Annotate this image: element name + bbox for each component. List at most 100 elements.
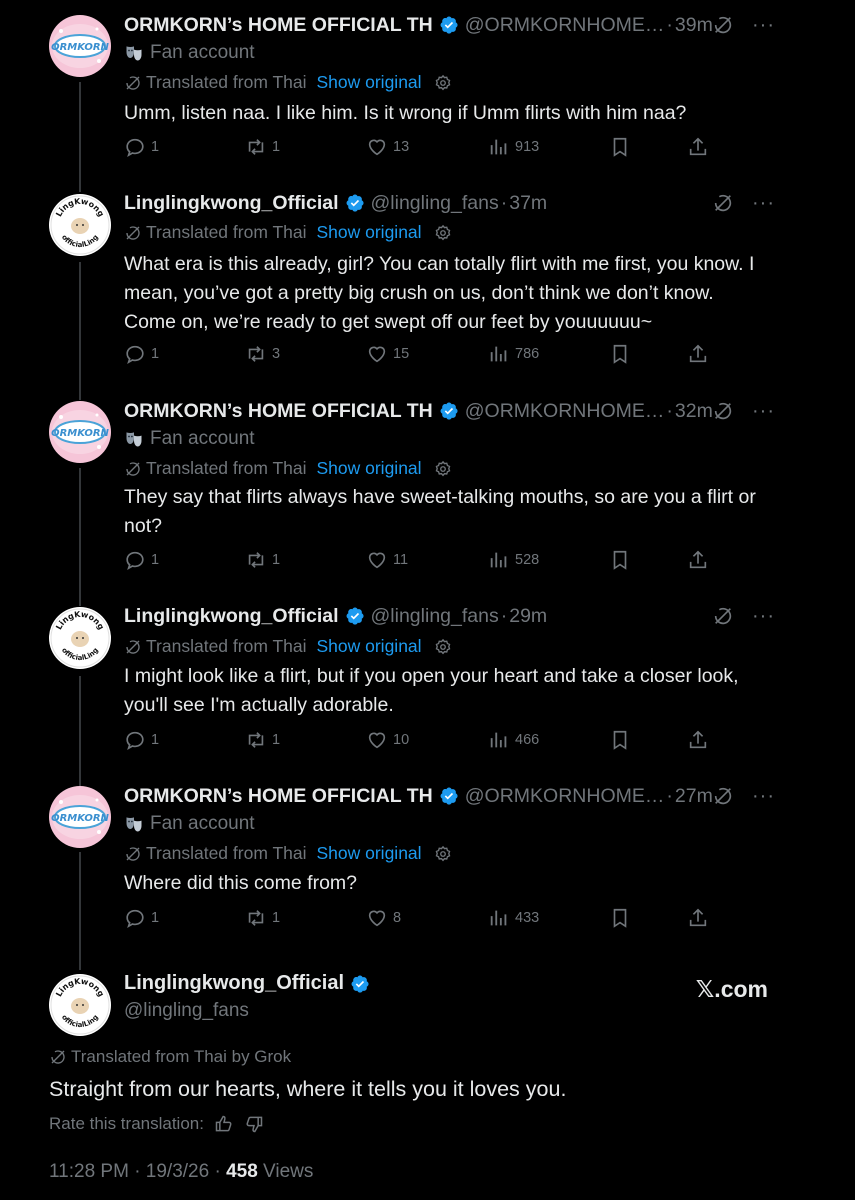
reply-count: 1 <box>151 732 160 748</box>
avatar-lingling[interactable] <box>49 607 111 669</box>
author-name[interactable]: Linglingkwong_Official <box>124 605 339 628</box>
more-options-icon[interactable]: ··· <box>752 606 775 626</box>
like-button[interactable]: 11 <box>366 549 408 571</box>
share-button[interactable] <box>687 729 709 751</box>
reply-icon <box>124 343 146 365</box>
reply-button[interactable]: 1 <box>124 907 159 929</box>
views-label: Views <box>257 1161 314 1182</box>
action-bar: 1 1 10 466 <box>124 728 714 752</box>
bookmark-button[interactable] <box>609 729 631 751</box>
thumbs-down-icon[interactable] <box>244 1114 264 1134</box>
avatar-ormkorn[interactable] <box>49 401 111 463</box>
tweet-time[interactable]: 37m <box>509 192 547 215</box>
author-handle[interactable]: @ORMKORNHOME… <box>465 400 665 423</box>
grok-icon[interactable] <box>712 605 734 627</box>
views-button[interactable]: 433 <box>488 907 539 929</box>
author-name[interactable]: ORMKORN’s HOME OFFICIAL TH <box>124 14 433 37</box>
like-button[interactable]: 8 <box>366 907 401 929</box>
views-icon <box>488 343 510 365</box>
show-original-link[interactable]: Show original <box>316 636 421 657</box>
author-handle[interactable]: @ORMKORNHOME… <box>465 14 665 37</box>
more-options-icon[interactable]: ··· <box>752 193 775 213</box>
bookmark-button[interactable] <box>609 343 631 365</box>
bookmark-button[interactable] <box>609 907 631 929</box>
repost-button[interactable]: 1 <box>245 907 280 929</box>
repost-button[interactable]: 3 <box>245 343 280 365</box>
tweet-time[interactable]: 32m <box>675 400 713 423</box>
repost-button[interactable]: 1 <box>245 549 280 571</box>
translation-info: Translated from Thai by Grok <box>49 1047 291 1067</box>
repost-button[interactable]: 1 <box>245 729 280 751</box>
show-original-link[interactable]: Show original <box>316 843 421 864</box>
fan-account-text: Fan account <box>150 428 255 449</box>
reply-button[interactable]: 1 <box>124 343 159 365</box>
bookmark-button[interactable] <box>609 549 631 571</box>
show-original-link[interactable]: Show original <box>316 72 421 93</box>
share-button[interactable] <box>687 343 709 365</box>
translation-info: Translated from Thai Show original <box>124 458 452 479</box>
reply-button[interactable]: 1 <box>124 729 159 751</box>
author-name[interactable]: ORMKORN’s HOME OFFICIAL TH <box>124 400 433 423</box>
like-button[interactable]: 13 <box>366 136 409 158</box>
views-button[interactable]: 786 <box>488 343 539 365</box>
avatar-lingling[interactable] <box>49 194 111 256</box>
grok-icon[interactable] <box>712 192 734 214</box>
translated-from-text: Translated from Thai <box>146 843 307 863</box>
show-original-link[interactable]: Show original <box>316 458 421 479</box>
views-button[interactable]: 528 <box>488 549 539 571</box>
grok-icon[interactable] <box>712 14 734 36</box>
gear-icon[interactable] <box>434 460 452 478</box>
reply-count: 1 <box>151 139 160 155</box>
gear-icon[interactable] <box>434 74 452 92</box>
tweet-time[interactable]: 27m <box>675 785 713 808</box>
grok-icon[interactable] <box>712 400 734 422</box>
reply-button[interactable]: 1 <box>124 549 159 571</box>
author-name[interactable]: ORMKORN’s HOME OFFICIAL TH <box>124 785 433 808</box>
avatar-ormkorn[interactable] <box>49 786 111 848</box>
repost-count: 1 <box>272 910 281 926</box>
avatar-lingling[interactable] <box>49 974 111 1036</box>
tweet-time[interactable]: 39m <box>675 14 713 37</box>
share-icon <box>687 136 709 158</box>
reply-tweet[interactable]: ORMKORN’s HOME OFFICIAL TH @ORMKORNHOME…… <box>0 12 855 172</box>
repost-button[interactable]: 1 <box>245 136 280 158</box>
like-button[interactable]: 15 <box>366 343 409 365</box>
like-button[interactable]: 10 <box>366 729 409 751</box>
share-button[interactable] <box>687 136 709 158</box>
gear-icon[interactable] <box>434 638 452 656</box>
reply-tweet[interactable]: ORMKORN’s HOME OFFICIAL TH @ORMKORNHOME…… <box>0 398 855 578</box>
author-handle[interactable]: @lingling_fans <box>124 1000 249 1022</box>
more-options-icon[interactable]: ··· <box>752 15 775 35</box>
gear-icon[interactable] <box>434 845 452 863</box>
heart-icon <box>366 136 388 158</box>
reply-button[interactable]: 1 <box>124 136 159 158</box>
views-button[interactable]: 466 <box>488 729 539 751</box>
show-original-link[interactable]: Show original <box>316 222 421 243</box>
reply-tweet[interactable]: Linglingkwong_Official @lingling_fans · … <box>0 603 855 763</box>
avatar-ormkorn[interactable] <box>49 15 111 77</box>
more-options-icon[interactable]: ··· <box>752 786 775 806</box>
tweet-timestamp[interactable]: 11:28 PM · 19/3/26 · <box>49 1161 226 1182</box>
grok-icon[interactable] <box>712 785 734 807</box>
bookmark-icon <box>609 549 631 571</box>
share-button[interactable] <box>687 549 709 571</box>
author-handle[interactable]: @lingling_fans <box>371 605 499 628</box>
separator-dot: · <box>500 604 508 627</box>
thumbs-up-icon[interactable] <box>214 1114 234 1134</box>
author-handle[interactable]: @lingling_fans <box>371 192 499 215</box>
reply-tweet[interactable]: ORMKORN’s HOME OFFICIAL TH @ORMKORNHOME…… <box>0 783 855 943</box>
grok-icon <box>124 460 142 478</box>
bookmark-button[interactable] <box>609 136 631 158</box>
author-name[interactable]: Linglingkwong_Official <box>124 972 344 995</box>
author-name[interactable]: Linglingkwong_Official <box>124 192 339 215</box>
author-handle[interactable]: @ORMKORNHOME… <box>465 785 665 808</box>
share-button[interactable] <box>687 907 709 929</box>
views-button[interactable]: 913 <box>488 136 539 158</box>
more-options-icon[interactable]: ··· <box>752 401 775 421</box>
tweet-time[interactable]: 29m <box>509 605 547 628</box>
reply-count: 1 <box>151 346 160 362</box>
repost-count: 3 <box>272 346 281 362</box>
reply-tweet[interactable]: Linglingkwong_Official @lingling_fans · … <box>0 190 855 390</box>
translated-from-text: Translated from Thai <box>146 458 307 478</box>
gear-icon[interactable] <box>434 224 452 242</box>
